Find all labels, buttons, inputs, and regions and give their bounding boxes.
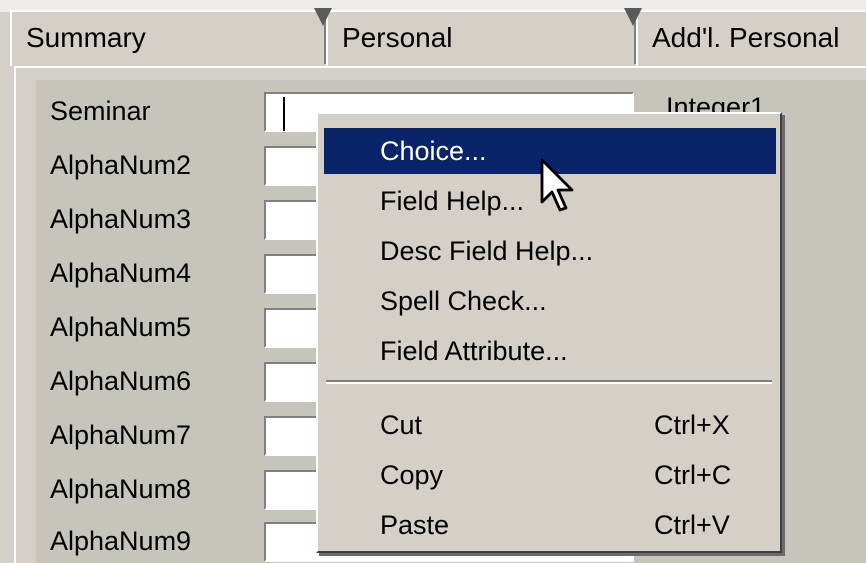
menu-item-label: Desc Field Help... [380, 236, 594, 266]
menu-item-label: Choice... [380, 136, 487, 166]
label-seminar: Seminar [50, 96, 151, 126]
shortcut-paste: Ctrl+V [654, 510, 730, 540]
label-alphanum6: AlphaNum6 [50, 366, 192, 396]
tab-marker-icon [314, 8, 332, 26]
text-caret [283, 97, 285, 131]
menu-item-desc-field-help[interactable]: Desc Field Help... [324, 228, 776, 274]
tab-addl-personal[interactable]: Add'l. Personal [636, 10, 866, 66]
label-alphanum2: AlphaNum2 [50, 150, 192, 180]
label-alphanum9: AlphaNum9 [50, 526, 192, 556]
tab-personal[interactable]: Personal [326, 10, 636, 66]
menu-item-label: Cut [380, 410, 423, 440]
tab-personal-label: Personal [342, 22, 453, 53]
menu-item-cut[interactable]: Cut Ctrl+X [324, 402, 776, 448]
menu-item-label: Paste [380, 510, 450, 540]
menu-item-label: Field Help... [380, 186, 525, 216]
menu-item-paste[interactable]: Paste Ctrl+V [324, 502, 776, 548]
label-alphanum5: AlphaNum5 [50, 312, 192, 342]
tab-marker-icon [624, 8, 642, 26]
label-alphanum3: AlphaNum3 [50, 204, 192, 234]
menu-item-label: Copy [380, 460, 444, 490]
tab-addl-personal-label: Add'l. Personal [652, 22, 840, 53]
menu-item-label: Field Attribute... [380, 336, 568, 366]
label-alphanum4: AlphaNum4 [50, 258, 192, 288]
shortcut-cut: Ctrl+X [654, 410, 730, 440]
tab-summary-label: Summary [26, 22, 146, 53]
mouse-pointer-icon [540, 158, 574, 212]
menu-item-spell-check[interactable]: Spell Check... [324, 278, 776, 324]
tab-summary[interactable]: Summary [10, 10, 326, 66]
menu-item-copy[interactable]: Copy Ctrl+C [324, 452, 776, 498]
shortcut-copy: Ctrl+C [654, 460, 732, 490]
label-alphanum8: AlphaNum8 [50, 474, 192, 504]
menu-separator [326, 380, 772, 384]
label-alphanum7: AlphaNum7 [50, 420, 192, 450]
menu-item-label: Spell Check... [380, 286, 547, 316]
menu-item-field-attribute[interactable]: Field Attribute... [324, 328, 776, 374]
